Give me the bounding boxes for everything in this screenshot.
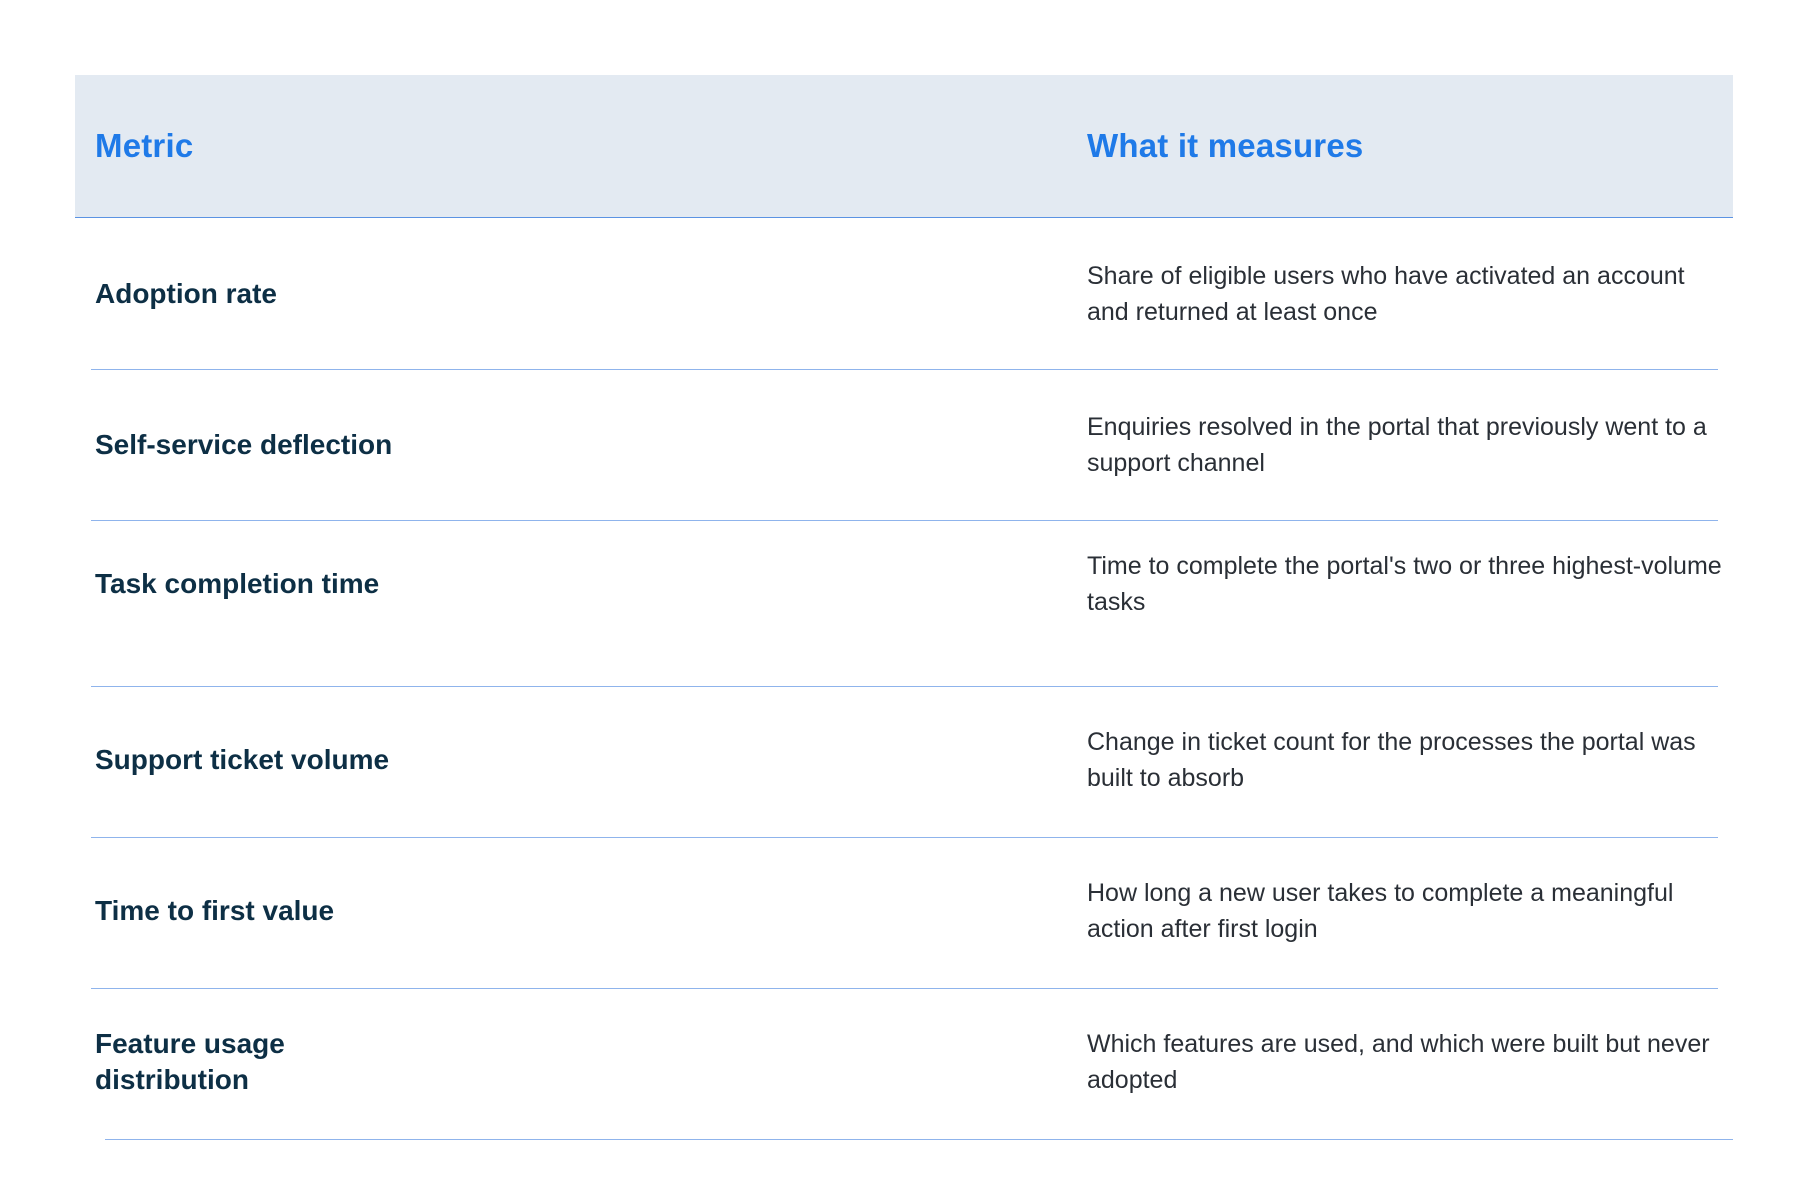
row-measure: How long a new user takes to complete a … bbox=[1087, 878, 1674, 943]
table-row: Adoption rate Share of eligible users wh… bbox=[91, 218, 1718, 370]
row-measure: Change in ticket count for the processes… bbox=[1087, 727, 1696, 792]
row-measure: Enquiries resolved in the portal that pr… bbox=[1087, 413, 1707, 477]
table-header: Metric What it measures bbox=[75, 75, 1733, 218]
metrics-table: Metric What it measures Adoption rate Sh… bbox=[75, 75, 1733, 1140]
header-what-it-measures: What it measures bbox=[1087, 127, 1364, 164]
row-metric: Adoption rate bbox=[95, 277, 277, 309]
row-metric: Feature usage distribution bbox=[95, 1027, 285, 1095]
row-measure: Time to complete the portal's two or thr… bbox=[1087, 551, 1722, 616]
row-metric: Self-service deflection bbox=[95, 429, 393, 460]
table-row: Support ticket volume Change in ticket c… bbox=[91, 687, 1718, 838]
row-measure: Share of eligible users who have activat… bbox=[1087, 261, 1685, 326]
table-row: Time to first value How long a new user … bbox=[91, 838, 1718, 989]
header-metric: Metric bbox=[95, 127, 194, 164]
row-measure: Which features are used, and which were … bbox=[1087, 1029, 1710, 1094]
table-row: Self-service deflection Enquiries resolv… bbox=[91, 370, 1718, 521]
row-metric: Time to first value bbox=[95, 894, 335, 926]
row-metric: Support ticket volume bbox=[95, 743, 390, 775]
table-row: Task completion time Time to complete th… bbox=[91, 521, 1722, 687]
row-metric: Task completion time bbox=[95, 567, 380, 599]
table-row: Feature usage distribution Which feature… bbox=[95, 989, 1733, 1140]
